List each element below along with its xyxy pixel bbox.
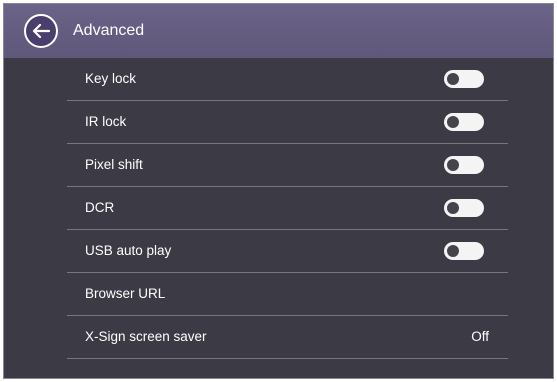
toggle-knob (447, 116, 459, 128)
setting-row-x-sign-screen-saver[interactable]: X-Sign screen saver Off (67, 316, 508, 359)
header-bar: Advanced (4, 4, 553, 58)
toggle-knob (447, 202, 459, 214)
page-title: Advanced (73, 22, 145, 39)
ir-lock-toggle[interactable] (444, 113, 484, 131)
usb-auto-play-toggle[interactable] (444, 242, 484, 260)
setting-label: Browser URL (85, 286, 166, 301)
setting-label: Key lock (85, 71, 137, 86)
setting-label: X-Sign screen saver (85, 329, 207, 344)
setting-label: USB auto play (85, 243, 172, 258)
advanced-settings-screen: Advanced Key lock IR lock Pixel shift DC… (3, 3, 554, 379)
setting-label: IR lock (85, 114, 127, 129)
toggle-knob (447, 245, 459, 257)
setting-row-ir-lock[interactable]: IR lock (67, 101, 508, 144)
setting-row-pixel-shift[interactable]: Pixel shift (67, 144, 508, 187)
setting-row-dcr[interactable]: DCR (67, 187, 508, 230)
setting-label: DCR (85, 200, 115, 215)
arrow-left-icon (32, 24, 50, 38)
setting-value: Off (471, 329, 489, 344)
dcr-toggle[interactable] (444, 199, 484, 217)
settings-list: Key lock IR lock Pixel shift DCR USB aut… (67, 58, 508, 359)
setting-label: Pixel shift (85, 157, 143, 172)
back-button[interactable] (24, 14, 58, 48)
setting-row-usb-auto-play[interactable]: USB auto play (67, 230, 508, 273)
key-lock-toggle[interactable] (444, 70, 484, 88)
setting-row-browser-url[interactable]: Browser URL (67, 273, 508, 316)
setting-row-key-lock[interactable]: Key lock (67, 58, 508, 101)
pixel-shift-toggle[interactable] (444, 156, 484, 174)
toggle-knob (447, 73, 459, 85)
toggle-knob (447, 159, 459, 171)
